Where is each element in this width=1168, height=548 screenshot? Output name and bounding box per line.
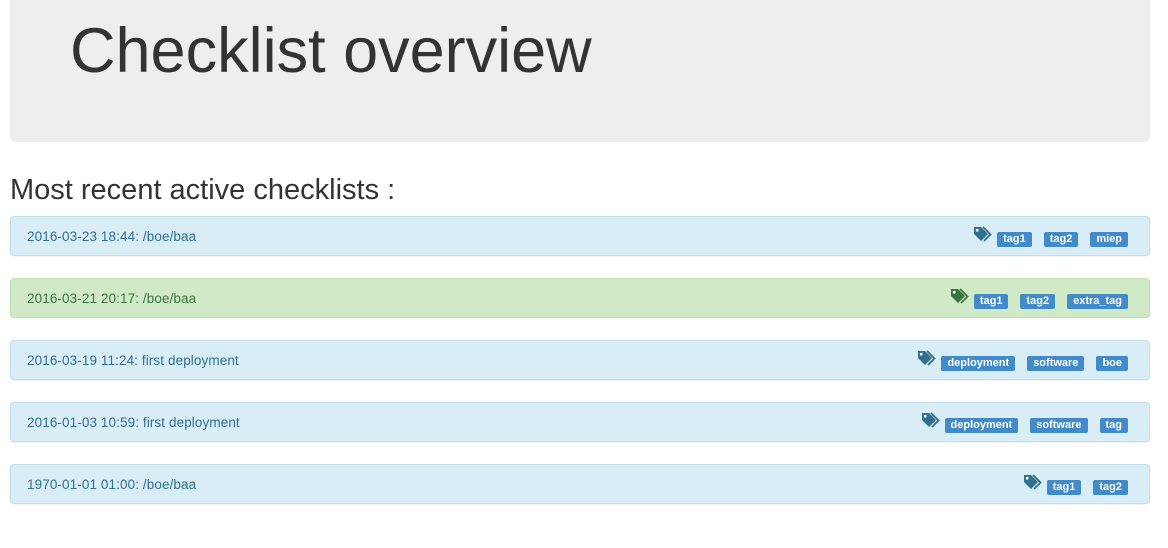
tag-list: tag1 tag2 extra_tag: [950, 288, 1128, 309]
tag-badge[interactable]: tag2: [1020, 293, 1056, 309]
checklist-row[interactable]: 2016-03-23 18:44: /boe/baa tag1 tag2 miep: [10, 216, 1150, 256]
tags-icon: [921, 412, 941, 428]
tag-badge[interactable]: tag1: [973, 293, 1009, 309]
tag-badge[interactable]: tag2: [1043, 231, 1079, 247]
tag-badge[interactable]: tag2: [1093, 479, 1128, 495]
tag-badge[interactable]: tag: [1099, 417, 1128, 433]
tag-badge[interactable]: deployment: [941, 355, 1016, 371]
checklist-list: 2016-03-23 18:44: /boe/baa tag1 tag2 miep 20…: [10, 216, 1150, 526]
tag-badge[interactable]: extra_tag: [1067, 293, 1128, 309]
tags-icon: [1023, 474, 1043, 490]
tag-badge[interactable]: deployment: [944, 417, 1019, 433]
page-title: Checklist overview: [70, 16, 592, 86]
tags-icon: [917, 350, 937, 366]
page-header: Checklist overview: [10, 0, 1150, 142]
section-heading: Most recent active checklists :: [10, 174, 396, 206]
tag-badge[interactable]: miep: [1090, 231, 1128, 247]
checklist-link[interactable]: 2016-03-21 20:17: /boe/baa: [27, 290, 196, 308]
tag-list: tag1 tag2: [1023, 474, 1128, 495]
tag-list: deployment software tag: [921, 412, 1128, 433]
tags-icon: [973, 226, 993, 242]
checklist-row[interactable]: 2016-03-21 20:17: /boe/baa tag1 tag2 extra_…: [10, 278, 1150, 318]
tag-list: tag1 tag2 miep: [973, 226, 1128, 247]
checklist-link[interactable]: 2016-01-03 10:59: first deployment: [27, 414, 240, 432]
tag-badge[interactable]: software: [1027, 355, 1085, 371]
tag-badge[interactable]: boe: [1096, 355, 1128, 371]
tags-icon: [950, 288, 970, 304]
checklist-link[interactable]: 2016-03-23 18:44: /boe/baa: [27, 228, 196, 246]
tag-badge[interactable]: tag1: [997, 231, 1032, 247]
checklist-row[interactable]: 2016-01-03 10:59: first deployment deploy…: [10, 402, 1150, 442]
tag-list: deployment software boe: [917, 350, 1128, 371]
checklist-link[interactable]: 1970-01-01 01:00: /boe/baa: [27, 476, 196, 494]
checklist-link[interactable]: 2016-03-19 11:24: first deployment: [27, 352, 239, 370]
tag-badge[interactable]: tag1: [1046, 479, 1082, 495]
checklist-row[interactable]: 1970-01-01 01:00: /boe/baa tag1 tag2: [10, 464, 1150, 504]
tag-badge[interactable]: software: [1030, 417, 1088, 433]
checklist-row[interactable]: 2016-03-19 11:24: first deployment deploy…: [10, 340, 1150, 380]
